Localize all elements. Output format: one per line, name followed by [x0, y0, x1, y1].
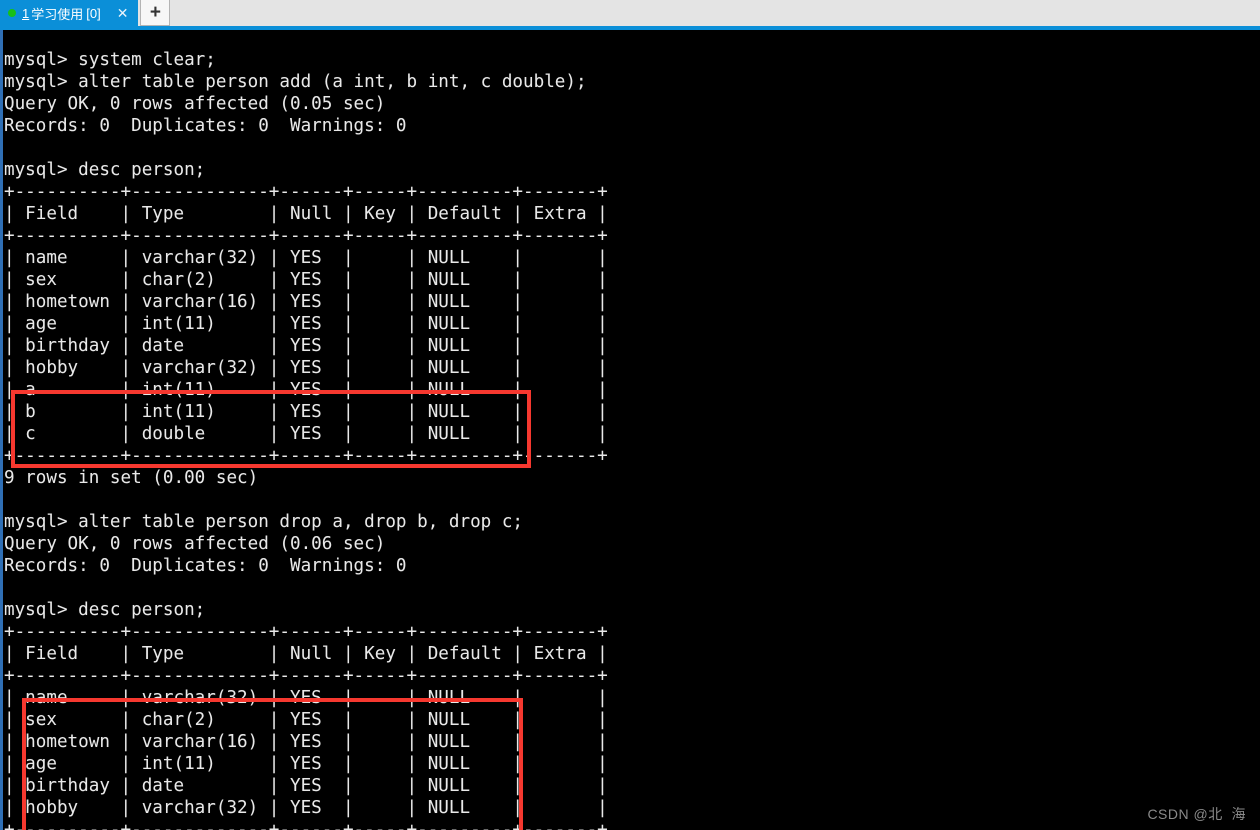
tab-bar: 1 学习使用 [0] ✕ + [0, 0, 1260, 26]
tab-count-badge: [0] [86, 5, 101, 21]
tab-title: 学习使用 [31, 6, 84, 22]
session-status-dot [8, 9, 16, 17]
new-tab-button[interactable]: + [140, 0, 171, 26]
terminal-tab[interactable]: 1 学习使用 [0] ✕ [0, 0, 139, 26]
tab-index: 1 [22, 5, 30, 21]
terminal-window[interactable]: mysql> system clear; mysql> alter table … [0, 30, 1260, 830]
close-icon[interactable]: ✕ [113, 6, 133, 20]
watermark: CSDN @北 海 [1147, 806, 1246, 822]
terminal-output[interactable]: mysql> system clear; mysql> alter table … [4, 49, 608, 830]
